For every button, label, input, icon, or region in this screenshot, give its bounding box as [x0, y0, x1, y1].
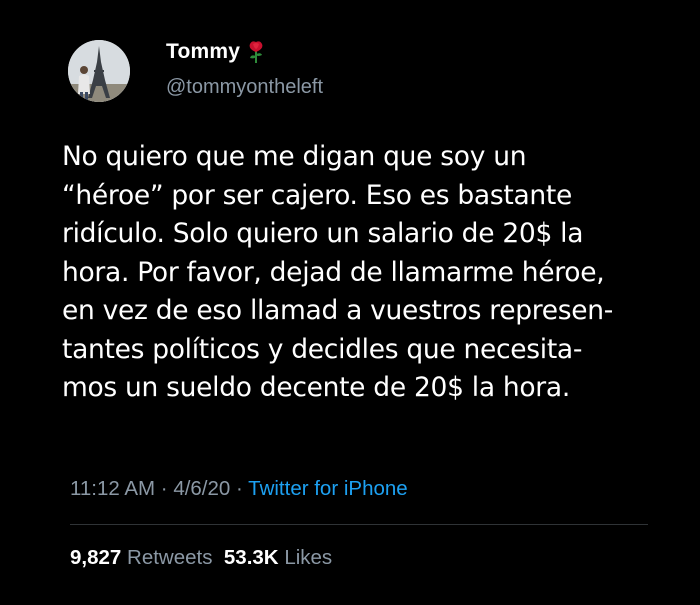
tweet-time[interactable]: 11:12 AM [70, 477, 155, 500]
meta-separator: · [230, 477, 249, 500]
likes-count[interactable]: 53.3K [224, 546, 279, 569]
rose-icon [246, 40, 266, 64]
display-name[interactable]: Tommy [166, 40, 240, 64]
likes-label[interactable]: Likes [284, 546, 332, 569]
user-handle[interactable]: @tommyontheleft [166, 76, 323, 99]
tweet-text-line: No quiero que me digan que soy un [62, 141, 527, 172]
avatar-photo [68, 40, 130, 102]
tweet-date[interactable]: 4/6/20 [173, 477, 230, 500]
tweet-text-line: hora. Por favor, dejad de llamarme héroe… [62, 256, 605, 288]
tweet-text-line: “héroe” por ser cajero. Eso es bastante [62, 179, 572, 211]
author-name-row: Tommy [166, 40, 266, 64]
tweet-text-line: ridículo. Solo quiero un salario de 20$ … [62, 218, 584, 249]
divider [70, 524, 648, 525]
meta-separator: · [155, 477, 174, 500]
tweet-stats: 9,827 Retweets 53.3K Likes [70, 546, 332, 570]
tweet-text-line: mos un sueldo decente de 20$ la hora. [62, 372, 570, 403]
retweets-count[interactable]: 9,827 [70, 546, 121, 569]
tweet-text-line: tantes políticos y decidles que necesita… [62, 333, 583, 365]
tweet-text-line: en vez de eso llamad a vuestros represen… [62, 295, 614, 326]
tweet-source-link[interactable]: Twitter for iPhone [248, 477, 408, 500]
retweets-label[interactable]: Retweets [127, 546, 212, 569]
tweet-text: No quiero que me digan que soy un “héroe… [62, 138, 692, 408]
avatar[interactable] [68, 40, 130, 102]
tweet-meta: 11:12 AM · 4/6/20 · Twitter for iPhone [70, 477, 408, 501]
